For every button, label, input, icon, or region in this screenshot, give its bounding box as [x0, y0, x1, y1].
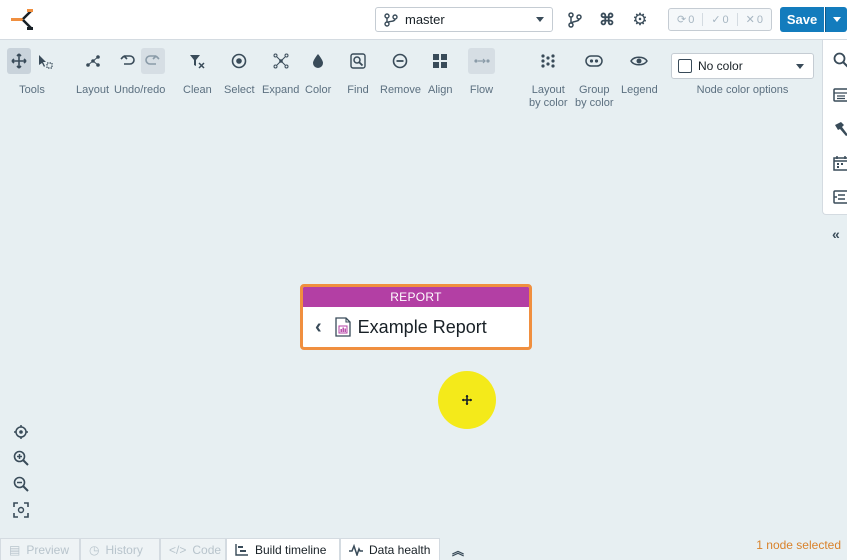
cursor-highlight: [438, 371, 496, 429]
remove-tool[interactable]: Remove: [380, 48, 421, 97]
gear-icon[interactable]: ⚙: [631, 10, 649, 29]
target-icon: [227, 48, 251, 74]
layout-tool[interactable]: Layout: [76, 48, 109, 97]
search-icon[interactable]: [833, 52, 847, 68]
x-icon: ✕: [745, 14, 755, 26]
properties-icon[interactable]: [833, 87, 847, 103]
expand-tool[interactable]: Expand: [262, 48, 299, 97]
group-icon: [582, 48, 606, 74]
chevron-left-icon[interactable]: ‹: [315, 316, 322, 339]
remove-icon: [388, 48, 412, 74]
flow-icon: [468, 48, 495, 74]
dots-grid-icon: [536, 48, 560, 74]
zoom-in-icon[interactable]: [10, 447, 32, 469]
tab-code[interactable]: </> Code: [160, 538, 226, 560]
collapse-sidebar-icon[interactable]: «: [832, 226, 840, 242]
layout-by-color-tool[interactable]: Layout by color: [529, 48, 568, 110]
branches-icon[interactable]: [566, 11, 584, 29]
tab-data-health[interactable]: Data health: [340, 538, 440, 560]
preview-icon: ▤: [9, 542, 21, 557]
tools-group: Tools: [7, 48, 57, 97]
node-color-label: Node color options: [696, 84, 789, 96]
redo-icon[interactable]: [140, 48, 165, 74]
data-panel-icon[interactable]: [833, 189, 847, 205]
branch-icon: [384, 12, 398, 27]
report-icon: [335, 317, 351, 337]
branch-selector[interactable]: master: [375, 7, 553, 32]
select-tool-icon[interactable]: [33, 48, 57, 74]
sync-icon: ⟳: [676, 14, 687, 26]
pulse-icon: [349, 543, 363, 556]
undo-icon[interactable]: [115, 48, 139, 74]
app-logo[interactable]: [9, 7, 35, 33]
droplet-icon: [306, 48, 330, 74]
filter-clear-icon: [185, 48, 209, 74]
save-button[interactable]: Save: [780, 7, 824, 32]
command-icon[interactable]: ⌘: [598, 11, 616, 29]
align-tool[interactable]: Align: [428, 48, 452, 97]
right-sidebar: [822, 40, 847, 215]
check-icon: ✓: [711, 14, 721, 26]
calendar-icon[interactable]: [833, 155, 847, 171]
tools-label: Tools: [19, 84, 45, 96]
eye-icon: [627, 48, 651, 74]
fit-view-icon[interactable]: [10, 499, 32, 521]
legend-tool[interactable]: Legend: [621, 48, 658, 97]
undo-redo-group: Undo/redo: [114, 48, 165, 97]
flow-tool[interactable]: Flow: [468, 48, 495, 97]
color-tool[interactable]: Color: [305, 48, 331, 97]
code-icon: </>: [169, 542, 187, 557]
select-tool[interactable]: Select: [224, 48, 255, 97]
tab-build-timeline[interactable]: Build timeline: [226, 538, 340, 560]
node-title: Example Report: [357, 316, 487, 337]
hammer-icon[interactable]: [833, 121, 847, 137]
move-cursor-icon: [462, 395, 472, 405]
center-view-icon[interactable]: [10, 421, 32, 443]
expand-panel-icon[interactable]: ︽: [452, 542, 464, 559]
report-node[interactable]: REPORT ‹ Example Report: [300, 284, 532, 350]
top-bar: master ⌘ ⚙ ⟳ 0 ✓ 0 ✕ 0 Save: [0, 0, 847, 40]
tab-preview[interactable]: ▤ Preview: [0, 538, 80, 560]
history-icon: ◷: [89, 542, 100, 557]
node-type-label: REPORT: [303, 287, 529, 307]
find-tool[interactable]: Find: [346, 48, 370, 97]
node-color-select[interactable]: No color: [671, 53, 814, 79]
search-icon: [346, 48, 370, 74]
timeline-icon: [235, 543, 248, 556]
chevron-down-icon: [536, 17, 544, 22]
tab-history[interactable]: ◷ History: [80, 538, 160, 560]
clean-tool[interactable]: Clean: [183, 48, 212, 97]
selection-status: 1 node selected: [756, 538, 841, 552]
branch-name: master: [405, 12, 445, 27]
zoom-out-icon[interactable]: [10, 473, 32, 495]
check-status-group[interactable]: ⟳ 0 ✓ 0 ✕ 0: [668, 8, 772, 31]
expand-icon: [269, 48, 293, 74]
graph-toolbar: Tools Layout Undo/redo Clean Select Expa…: [0, 40, 820, 116]
bottom-panel-tabs: ▤ Preview ◷ History </> Code Build timel…: [0, 538, 847, 560]
grid-icon: [428, 48, 452, 74]
failed-status[interactable]: ✕ 0: [736, 13, 771, 26]
pan-tool-icon[interactable]: [7, 48, 31, 74]
node-body: ‹ Example Report: [303, 307, 529, 347]
save-options-button[interactable]: [825, 7, 847, 32]
color-swatch: [678, 59, 692, 73]
sync-status[interactable]: ⟳ 0: [669, 13, 702, 27]
group-by-color-tool[interactable]: Group by color: [575, 48, 614, 110]
passed-status[interactable]: ✓ 0: [702, 13, 736, 26]
layout-icon: [81, 48, 105, 74]
chevron-down-icon: [796, 64, 804, 69]
